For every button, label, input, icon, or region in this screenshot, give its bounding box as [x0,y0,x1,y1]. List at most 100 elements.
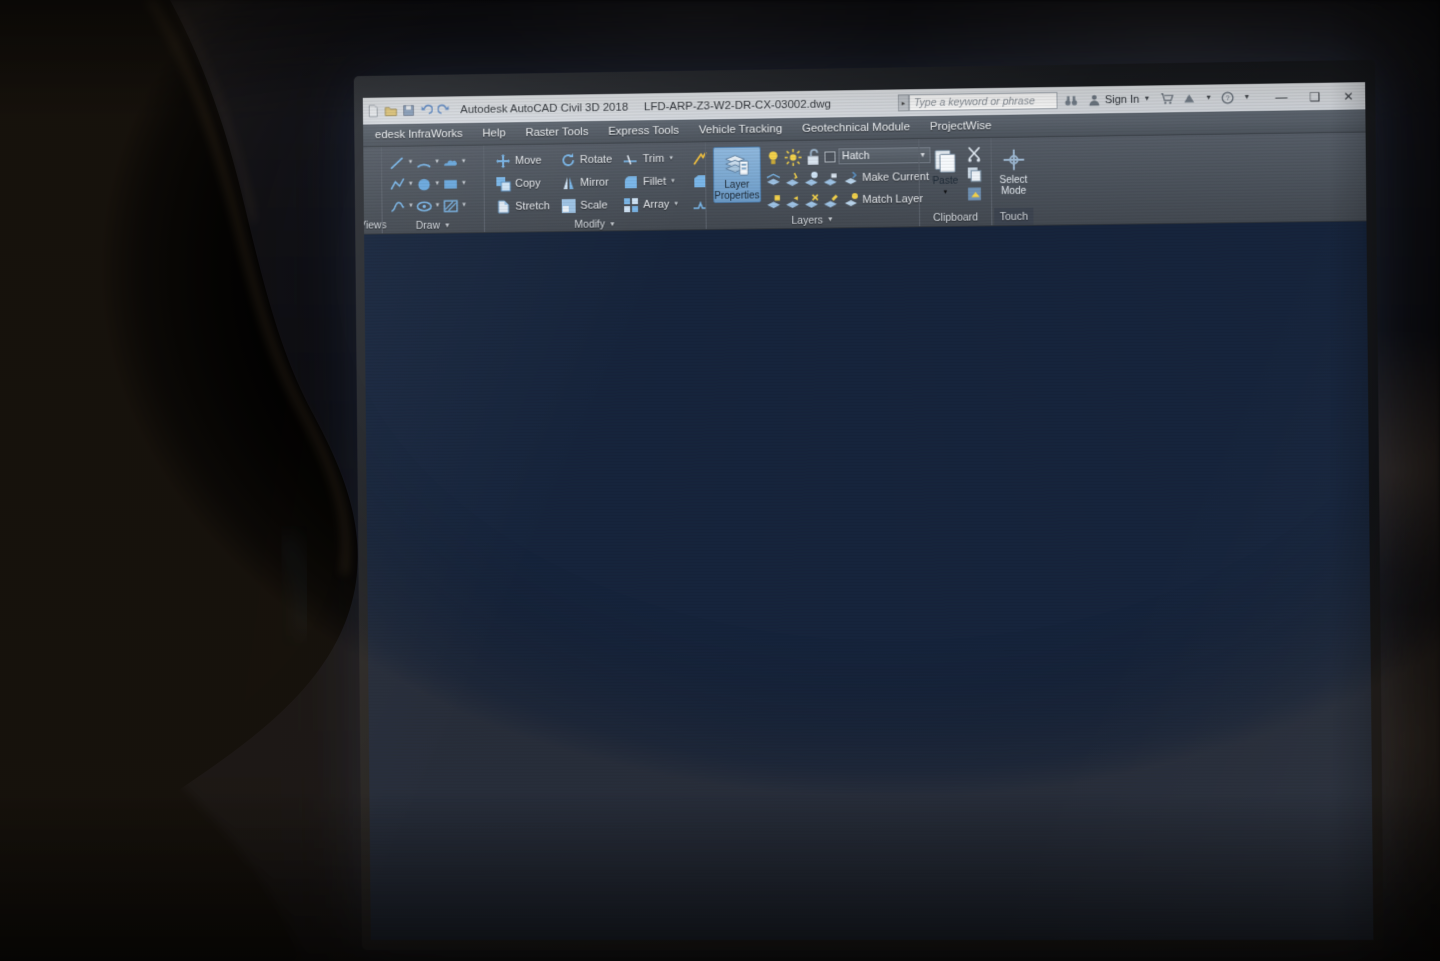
revision-cloud-icon[interactable] [442,153,459,170]
sun-icon[interactable] [784,148,802,166]
viewport-close-icon[interactable]: ✕ [1122,226,1131,234]
polyline-dropdown-icon[interactable]: ▼ [408,181,414,187]
help-caret-icon[interactable]: ▼ [1243,94,1250,101]
rectangle-icon[interactable] [442,175,459,192]
data-shortcuts-icon[interactable] [1144,224,1161,234]
profile-view-icon[interactable] [1144,224,1161,235]
cut-icon[interactable] [965,145,982,162]
arc-icon[interactable] [415,154,432,171]
select-mode-button[interactable]: Select Mode [998,143,1029,198]
revcloud-dropdown-icon[interactable]: ▼ [461,159,467,165]
sign-in-button[interactable]: Sign In ▼ [1088,93,1151,107]
infocenter-search-input[interactable]: Type a keyword or phrase [908,91,1058,112]
stretch-command[interactable]: Stretch [492,195,554,218]
current-layer-dropdown[interactable]: Hatch ▼ [837,147,931,165]
quick-access-toolbar[interactable] [363,103,451,117]
survey-database-icon[interactable] [1144,224,1161,234]
menu-item-infraworks[interactable]: edesk InfraWorks [365,122,473,146]
fillet-command[interactable]: Fillet ▼ [619,171,683,194]
cart-icon[interactable] [1160,92,1173,105]
profile-icon[interactable] [1144,224,1161,235]
modify-column-1[interactable]: Move Copy Stretch [491,150,554,218]
fillet-dropdown-icon[interactable]: ▼ [670,179,676,185]
rotate-command[interactable]: Rotate [556,149,616,172]
draw-line-cell[interactable]: ▼ [389,152,414,174]
line-dropdown-icon[interactable]: ▼ [408,160,414,166]
section-line-icon[interactable] [1144,224,1161,235]
scale-command[interactable]: Scale [557,194,617,217]
array-command[interactable]: Array ▼ [619,193,683,216]
feature-line-icon[interactable] [1144,224,1161,235]
arc-dropdown-icon[interactable]: ▼ [434,159,440,165]
help-icon[interactable]: ? [1221,91,1234,104]
modify-column-3[interactable]: Trim ▼ Fillet ▼ Array ▼ [619,148,683,217]
layer-states-manager-icon[interactable] [1169,224,1182,235]
circle-icon[interactable] [416,176,433,193]
refresh-icon[interactable] [1169,224,1182,235]
layer-off-icon[interactable] [802,170,819,187]
draw-polyline-cell[interactable]: ▼ [389,173,414,195]
circle-dropdown-icon[interactable]: ▼ [434,181,440,187]
trim-dropdown-icon[interactable]: ▼ [668,156,674,162]
subassembly-icon[interactable] [1144,224,1161,234]
modify-panel-caret-icon[interactable]: ▼ [609,221,616,228]
copy-command[interactable]: Copy [491,172,553,195]
alignment-icon[interactable] [1144,224,1161,235]
copy-clip-icon[interactable] [965,165,982,182]
tool-palette-strip[interactable]: A [1143,223,1168,235]
spline-dropdown-icon[interactable]: ▼ [408,203,414,209]
draw-hatch-cell[interactable]: ▼ [442,194,467,216]
layers-panel-caret-icon[interactable]: ▼ [827,216,834,223]
move-command[interactable]: Move [491,150,553,173]
viewport-minimize-icon[interactable]: — [1087,227,1098,234]
layer-state-row[interactable]: Hatch ▼ [764,145,933,167]
draw-circle-cell[interactable]: ▼ [416,173,441,195]
layer-lock-icon[interactable] [821,170,838,187]
layer-isolate-icon[interactable] [764,171,781,188]
match-layer-command[interactable]: Match Layer [840,188,927,211]
new-group-filter-icon[interactable] [1169,224,1182,235]
ellipse-dropdown-icon[interactable]: ▼ [434,203,440,209]
draw-revcloud-cell[interactable]: ▼ [442,151,467,173]
viewport-frame-icon[interactable] [1144,224,1161,234]
draw-tool-grid[interactable]: ▼ ▼ ▼ ▼ ▼ ▼ ▼ ▼ ▼ [389,151,467,218]
modify-column-2[interactable]: Rotate Mirror Scale [556,149,616,217]
draw-arc-cell[interactable]: ▼ [415,151,440,173]
menu-item-projectwise[interactable]: ProjectWise [920,114,1002,138]
new-file-icon[interactable] [367,105,380,118]
unlock-icon[interactable] [804,148,821,165]
corridor-icon[interactable] [1144,224,1161,234]
menu-item-geotechnical[interactable]: Geotechnical Module [792,116,920,141]
delete-layer-icon[interactable] [1169,224,1182,235]
lightbulb-on-icon[interactable] [764,149,781,166]
surface-point-icon[interactable] [1144,224,1161,235]
surface-icon[interactable] [1144,224,1161,235]
set-current-layer-icon[interactable] [1169,224,1182,235]
menu-item-vehicle-tracking[interactable]: Vehicle Tracking [689,118,792,142]
save-icon[interactable] [402,104,415,117]
globe-surface-icon[interactable] [1144,224,1161,235]
array-dropdown-icon[interactable]: ▼ [673,202,679,208]
spline-icon[interactable] [389,198,406,215]
polyline-icon[interactable] [389,176,406,193]
redo-icon[interactable] [438,103,451,116]
grading-icon[interactable] [1144,224,1161,234]
menu-item-express-tools[interactable]: Express Tools [598,119,689,143]
mirror-command[interactable]: Mirror [556,172,616,195]
new-layer-vp-frozen-icon[interactable] [1169,224,1182,235]
point-group-icon[interactable] [1144,224,1161,235]
layer-delete-icon[interactable] [802,192,819,209]
rectangle-dropdown-icon[interactable]: ▼ [461,181,467,187]
window-controls[interactable]: — ❑ ✕ [1265,83,1366,111]
menu-item-help[interactable]: Help [472,122,515,145]
pipe-network-icon[interactable] [1144,224,1161,235]
star-tool-icon[interactable] [1144,224,1161,235]
new-property-filter-icon[interactable] [1169,224,1182,235]
assembly-icon[interactable] [1144,224,1161,235]
open-file-icon[interactable] [384,104,397,117]
cursor-arrow-icon[interactable] [1144,224,1161,235]
alignment-label-icon[interactable]: A [1144,224,1161,235]
paste-special-icon[interactable] [965,185,982,202]
new-layer-icon[interactable] [1169,224,1182,235]
draw-rectangle-cell[interactable]: ▼ [442,173,467,195]
